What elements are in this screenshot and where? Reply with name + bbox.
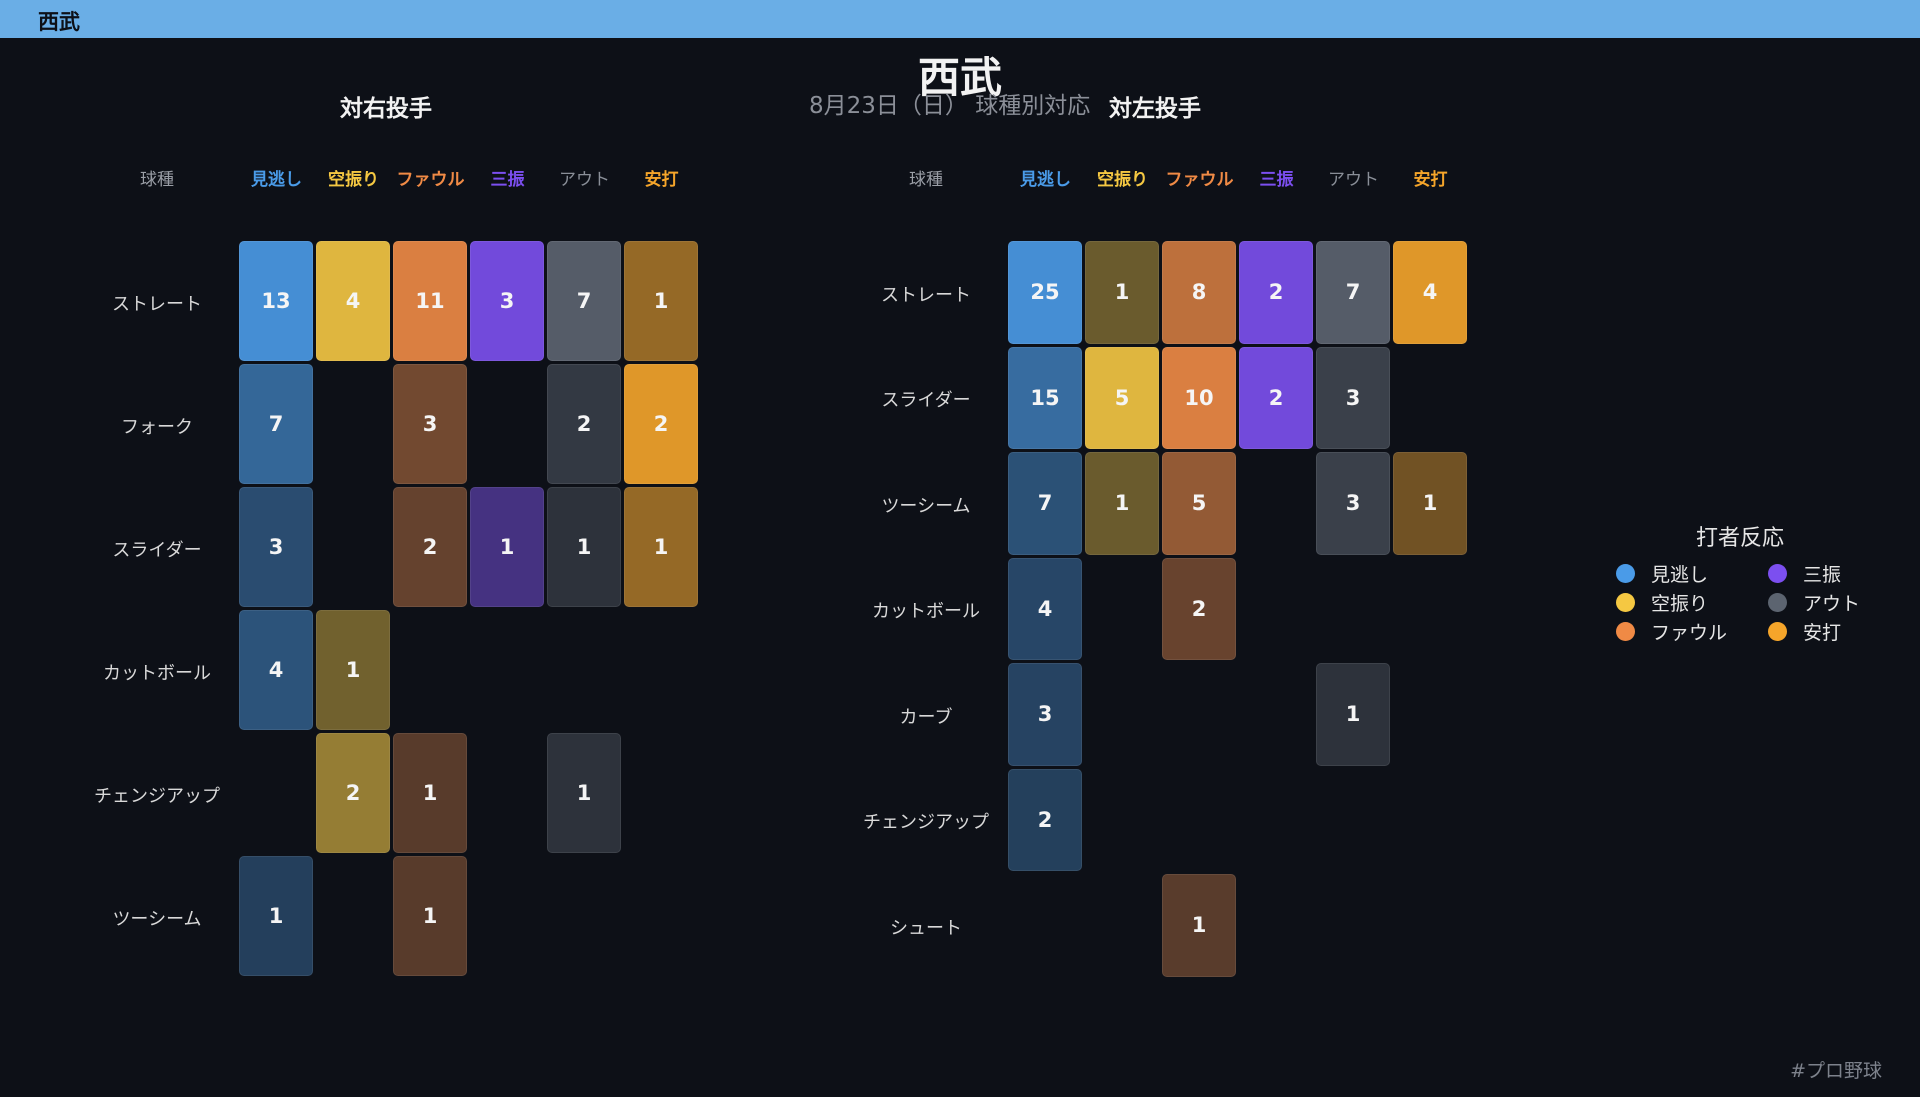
heatmap-cell: 13 xyxy=(239,241,313,361)
legend-label: 安打 xyxy=(1803,622,1842,644)
row-header: 球種 xyxy=(909,170,943,190)
heatmap-cell: 11 xyxy=(393,241,467,361)
heatmap-cell: 3 xyxy=(1008,663,1082,766)
heatmap-cell: 2 xyxy=(547,364,621,484)
heatmap-cell: 25 xyxy=(1008,241,1082,344)
legend-item: アウト xyxy=(1768,589,1860,616)
heatmap-cell: 7 xyxy=(1008,452,1082,555)
heatmap-cell: 7 xyxy=(239,364,313,484)
column-header: ファウル xyxy=(396,170,465,190)
row-label: チェンジアップ xyxy=(863,812,989,834)
legend-swatch xyxy=(1616,622,1635,641)
heatmap-cell: 3 xyxy=(1316,452,1390,555)
chart-subtitle: 8月23日（日） 球種別対応 xyxy=(809,93,1091,119)
legend-swatch xyxy=(1616,593,1635,612)
heatmap-cell: 1 xyxy=(547,487,621,607)
column-header: 空振り xyxy=(328,170,379,190)
heatmap-cell: 8 xyxy=(1162,241,1236,344)
heatmap-cell: 3 xyxy=(1316,346,1390,449)
row-label: カットボール xyxy=(103,662,211,684)
heatmap-cell: 1 xyxy=(393,856,467,976)
row-label: フォーク xyxy=(121,416,193,438)
column-header: アウト xyxy=(559,170,610,190)
row-label: ツーシーム xyxy=(112,908,202,930)
legend-label: 空振り xyxy=(1651,593,1709,615)
legend-item: 安打 xyxy=(1768,618,1841,645)
legend-title: 打者反応 xyxy=(1695,526,1784,551)
row-label: スライダー xyxy=(881,390,971,412)
row-label: シュート xyxy=(890,917,962,939)
legend-item: 見逃し xyxy=(1616,560,1708,587)
heatmap-cell: 3 xyxy=(470,241,544,361)
heatmap-cell: 1 xyxy=(624,487,698,607)
heatmap-cell: 1 xyxy=(1393,452,1467,555)
heatmap-cell: 1 xyxy=(1085,241,1159,344)
heatmap-cell: 1 xyxy=(316,610,390,730)
heatmap-cell: 1 xyxy=(624,241,698,361)
row-label: ストレート xyxy=(881,284,971,306)
top-bar: 西武 xyxy=(0,0,1920,38)
heatmap-cell: 7 xyxy=(1316,241,1390,344)
heatmap-cell: 2 xyxy=(1008,768,1082,871)
heatmap-cell: 2 xyxy=(1162,557,1236,660)
heatmap-cell: 1 xyxy=(1085,452,1159,555)
column-header: 安打 xyxy=(1413,170,1448,190)
column-header: ファウル xyxy=(1165,170,1234,190)
legend-item: ファウル xyxy=(1616,618,1727,645)
row-label: スライダー xyxy=(112,539,202,561)
footer-hashtag: #プロ野球 xyxy=(1790,1060,1882,1082)
heatmap-cell: 1 xyxy=(239,856,313,976)
column-header: 空振り xyxy=(1097,170,1148,190)
legend-label: アウト xyxy=(1803,593,1861,615)
legend-swatch xyxy=(1768,564,1787,583)
legend-swatch xyxy=(1768,622,1787,641)
heatmap-cell: 3 xyxy=(239,487,313,607)
row-label: チェンジアップ xyxy=(94,785,220,807)
heatmap-cell: 2 xyxy=(1239,241,1313,344)
heatmap-cell: 2 xyxy=(1239,346,1313,449)
heatmap-cell: 1 xyxy=(1316,663,1390,766)
column-header: アウト xyxy=(1328,170,1379,190)
panel-title: 対右投手 xyxy=(340,96,432,122)
row-label: カーブ xyxy=(899,706,953,728)
heatmap-cell: 7 xyxy=(547,241,621,361)
heatmap-cell: 5 xyxy=(1162,452,1236,555)
heatmap-cell: 4 xyxy=(1008,557,1082,660)
heatmap-cell: 2 xyxy=(316,733,390,853)
heatmap-cell: 3 xyxy=(393,364,467,484)
column-header: 三振 xyxy=(1259,170,1294,190)
column-header: 安打 xyxy=(644,170,679,190)
legend-item: 三振 xyxy=(1768,560,1841,587)
heatmap-cell: 1 xyxy=(470,487,544,607)
legend-swatch xyxy=(1616,564,1635,583)
row-label: カットボール xyxy=(872,601,980,623)
heatmap-cell: 2 xyxy=(393,487,467,607)
column-header: 見逃し xyxy=(1020,170,1071,190)
column-header: 三振 xyxy=(490,170,525,190)
heatmap-cell: 15 xyxy=(1008,346,1082,449)
column-header: 見逃し xyxy=(251,170,302,190)
heatmap-cell: 1 xyxy=(1162,874,1236,977)
legend-label: 三振 xyxy=(1803,564,1842,586)
heatmap-cell: 1 xyxy=(393,733,467,853)
row-label: ストレート xyxy=(112,293,202,315)
row-label: ツーシーム xyxy=(881,495,971,517)
legend-swatch xyxy=(1768,593,1787,612)
legend-label: 見逃し xyxy=(1651,564,1709,586)
panel-title: 対左投手 xyxy=(1109,96,1201,122)
heatmap-cell: 5 xyxy=(1085,346,1159,449)
heatmap-cell: 2 xyxy=(624,364,698,484)
legend-item: 空振り xyxy=(1616,589,1708,616)
heatmap-cell: 1 xyxy=(547,733,621,853)
row-header: 球種 xyxy=(140,170,174,190)
heatmap-cell: 4 xyxy=(1393,241,1467,344)
team-name: 西武 xyxy=(38,10,80,34)
heatmap-cell: 10 xyxy=(1162,346,1236,449)
heatmap-cell: 4 xyxy=(316,241,390,361)
heatmap-cell: 4 xyxy=(239,610,313,730)
legend-label: ファウル xyxy=(1651,622,1728,644)
